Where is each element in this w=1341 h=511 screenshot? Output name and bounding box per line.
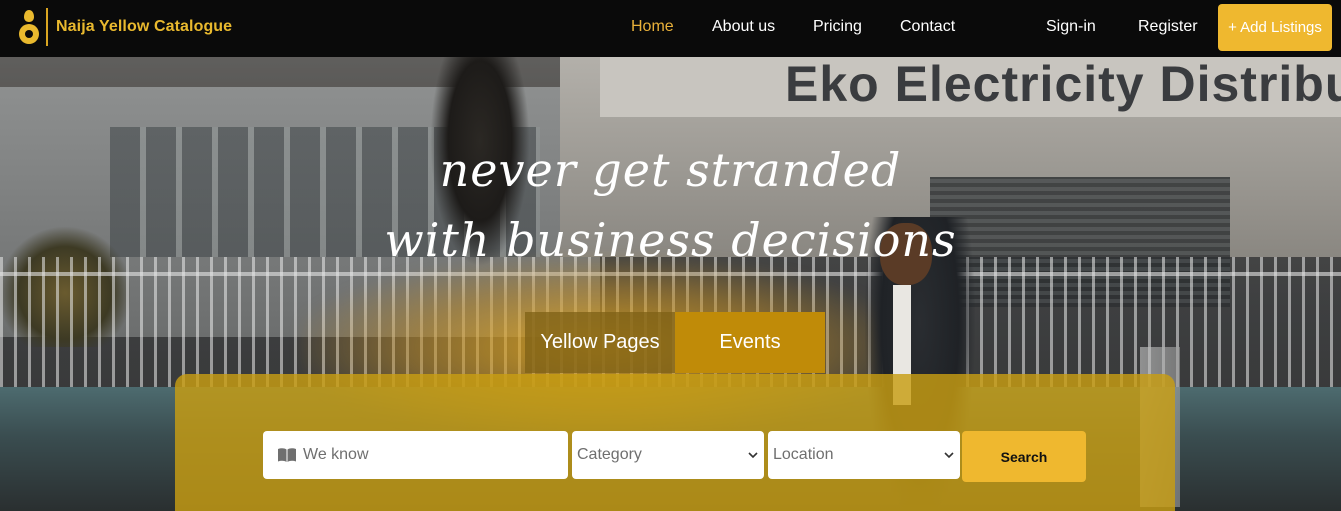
nav-signin[interactable]: Sign-in xyxy=(1046,18,1096,36)
top-navbar: Naija Yellow Catalogue Home About us Pri… xyxy=(0,0,1341,57)
search-panel: We know Category Location Search xyxy=(175,374,1175,511)
category-select-value: Category xyxy=(577,446,642,463)
category-select[interactable]: Category xyxy=(572,431,764,479)
location-select-value: Location xyxy=(773,446,834,463)
location-select[interactable]: Location xyxy=(768,431,960,479)
hero-section: Eko Electricity Distribu never get stran… xyxy=(0,57,1341,511)
logo-divider xyxy=(46,8,48,46)
search-tabs: Yellow Pages Events xyxy=(525,312,825,373)
headline-line-2: with business decisions xyxy=(384,213,957,267)
nav-register[interactable]: Register xyxy=(1138,18,1198,36)
nav-home[interactable]: Home xyxy=(631,18,674,36)
brand-name: Naija Yellow Catalogue xyxy=(56,18,233,35)
search-button[interactable]: Search xyxy=(962,431,1086,482)
hero-headline: never get stranded with business decisio… xyxy=(0,135,1341,275)
keyword-search-value: We know xyxy=(303,446,369,463)
add-listing-button[interactable]: + Add Listings xyxy=(1218,4,1332,51)
headline-line-1: never get stranded xyxy=(439,143,902,197)
background-sign-text: Eko Electricity Distribu xyxy=(785,57,1341,112)
nav-about[interactable]: About us xyxy=(712,18,775,36)
book-icon xyxy=(278,448,296,462)
brand-logo[interactable]: Naija Yellow Catalogue xyxy=(17,7,232,47)
keyword-search-input[interactable]: We know xyxy=(263,431,568,479)
tab-yellow-pages[interactable]: Yellow Pages xyxy=(525,312,675,373)
chevron-down-icon xyxy=(944,452,954,459)
chevron-down-icon xyxy=(748,452,758,459)
nav-pricing[interactable]: Pricing xyxy=(813,18,862,36)
logo-icon xyxy=(19,10,39,44)
tab-events[interactable]: Events xyxy=(675,312,825,373)
nav-contact[interactable]: Contact xyxy=(900,18,955,36)
